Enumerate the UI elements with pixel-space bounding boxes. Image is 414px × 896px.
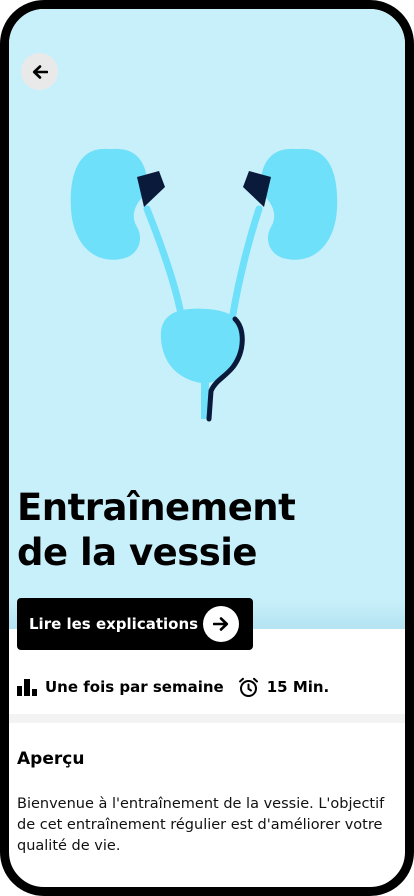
back-button[interactable] [21, 53, 58, 90]
read-explanations-label: Lire les explications [29, 615, 199, 633]
overview-title: Aperçu [17, 749, 85, 769]
left-ureter [143, 205, 185, 318]
bladder [160, 308, 244, 419]
overview-body: Bienvenue à l'entraînement de la vessie.… [17, 796, 385, 854]
right-kidney [261, 148, 338, 260]
kidneys-bladder-illustration [70, 148, 338, 422]
alarm-clock-icon [238, 677, 258, 697]
frequency-text: Une fois par semaine [45, 678, 224, 696]
duration-text: 15 Min. [266, 678, 330, 696]
right-ureter [229, 205, 263, 318]
bar-chart-icon [17, 679, 37, 696]
page-title-line1: Entraînement [17, 486, 296, 529]
left-kidney-adrenal [137, 171, 165, 207]
phone-frame: Entraînement de la vessie Lire les expli… [0, 0, 414, 896]
page-title: Entraînement de la vessie [17, 485, 397, 575]
exercise-meta: Une fois par semaine 15 Min. [17, 673, 329, 701]
duration-info: 15 Min. [238, 677, 330, 698]
right-kidney-adrenal [243, 171, 271, 207]
arrow-right-icon [203, 606, 239, 642]
frequency-info: Une fois par semaine [17, 678, 224, 696]
section-divider [9, 714, 405, 723]
page-title-line2: de la vessie [17, 531, 258, 574]
read-explanations-button[interactable]: Lire les explications [17, 598, 253, 650]
left-kidney [70, 148, 147, 260]
arrow-left-icon [32, 64, 48, 79]
